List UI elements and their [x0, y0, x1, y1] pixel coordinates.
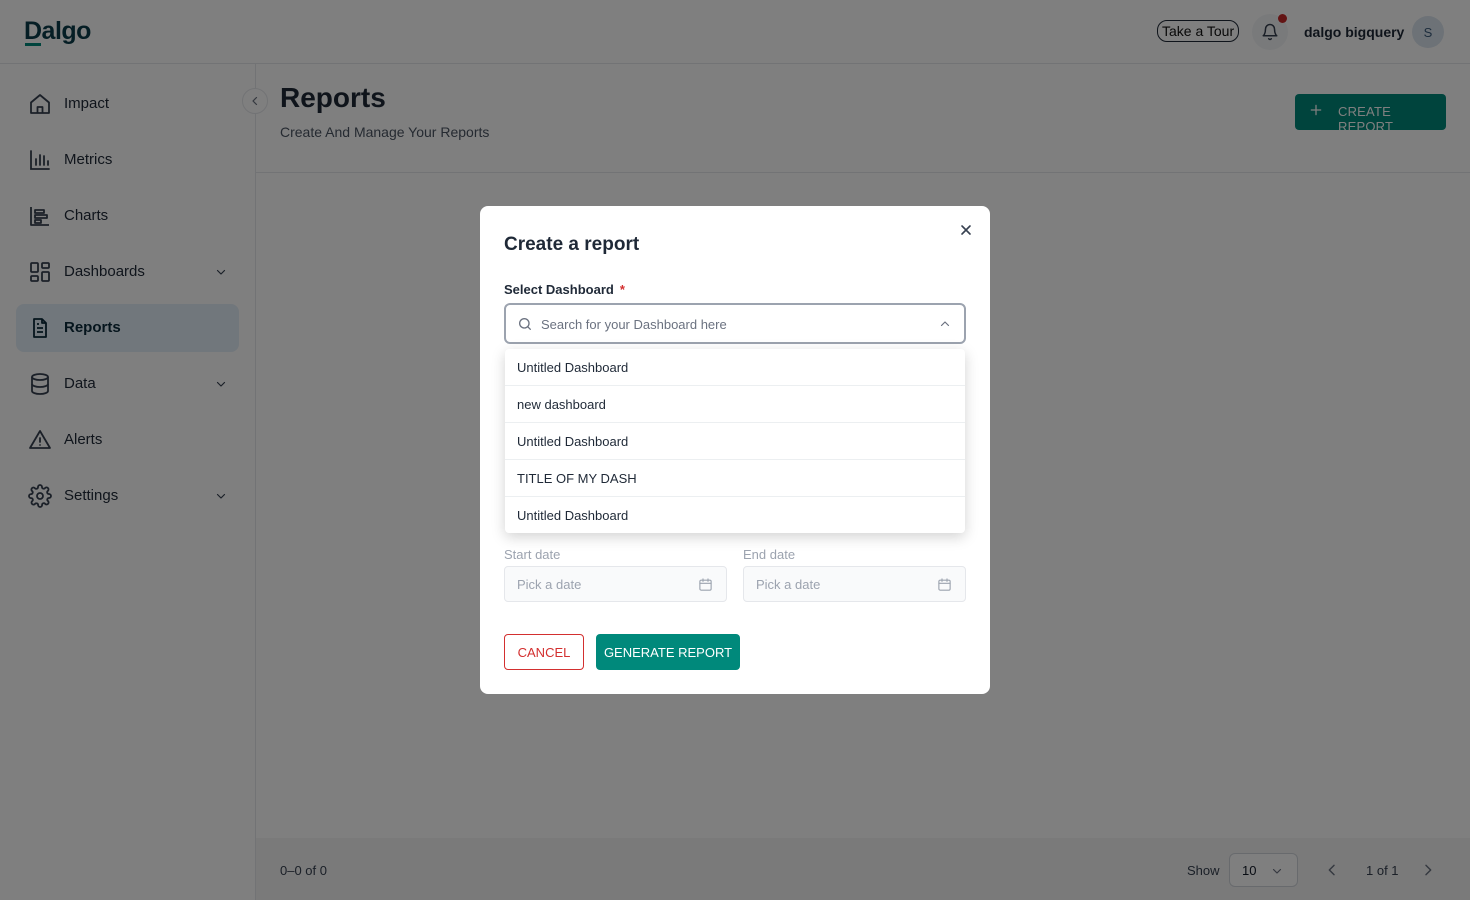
option-label: Untitled Dashboard — [517, 508, 629, 523]
create-report-dialog: Create a report Select Dashboard * Untitl… — [480, 206, 990, 694]
option-label: Untitled Dashboard — [517, 434, 629, 449]
cancel-button[interactable]: CANCEL — [504, 634, 584, 670]
dashboard-option[interactable]: TITLE OF MY DASH — [505, 460, 965, 497]
end-date-placeholder: Pick a date — [756, 577, 821, 592]
dashboard-search-input[interactable] — [541, 313, 921, 335]
dialog-title: Create a report — [504, 234, 640, 255]
start-date-input[interactable]: Pick a date — [504, 566, 727, 602]
option-label: Untitled Dashboard — [517, 360, 629, 375]
dashboard-option[interactable]: Untitled Dashboard — [505, 423, 965, 460]
select-dashboard-label: Select Dashboard * — [504, 282, 625, 297]
start-date-placeholder: Pick a date — [517, 577, 582, 592]
dashboard-search-field[interactable] — [504, 303, 966, 344]
option-label: new dashboard — [517, 397, 606, 412]
start-date-label: Start date — [504, 547, 561, 562]
end-date-input[interactable]: Pick a date — [743, 566, 966, 602]
dashboard-option[interactable]: Untitled Dashboard — [505, 349, 965, 386]
calendar-icon — [699, 578, 712, 591]
dashboard-options-list: Untitled Dashboard new dashboard Untitle… — [505, 349, 965, 533]
search-icon — [519, 318, 531, 330]
chevron-up-icon[interactable] — [939, 318, 951, 330]
close-icon[interactable] — [958, 222, 974, 238]
dashboard-option[interactable]: Untitled Dashboard — [505, 497, 965, 534]
option-label: TITLE OF MY DASH — [517, 471, 637, 486]
generate-report-button[interactable]: GENERATE REPORT — [596, 634, 740, 670]
dashboard-option[interactable]: new dashboard — [505, 386, 965, 423]
end-date-label: End date — [743, 547, 796, 562]
calendar-icon — [938, 578, 951, 591]
required-mark: * — [619, 282, 625, 297]
field-label-text: Select Dashboard — [504, 282, 614, 297]
